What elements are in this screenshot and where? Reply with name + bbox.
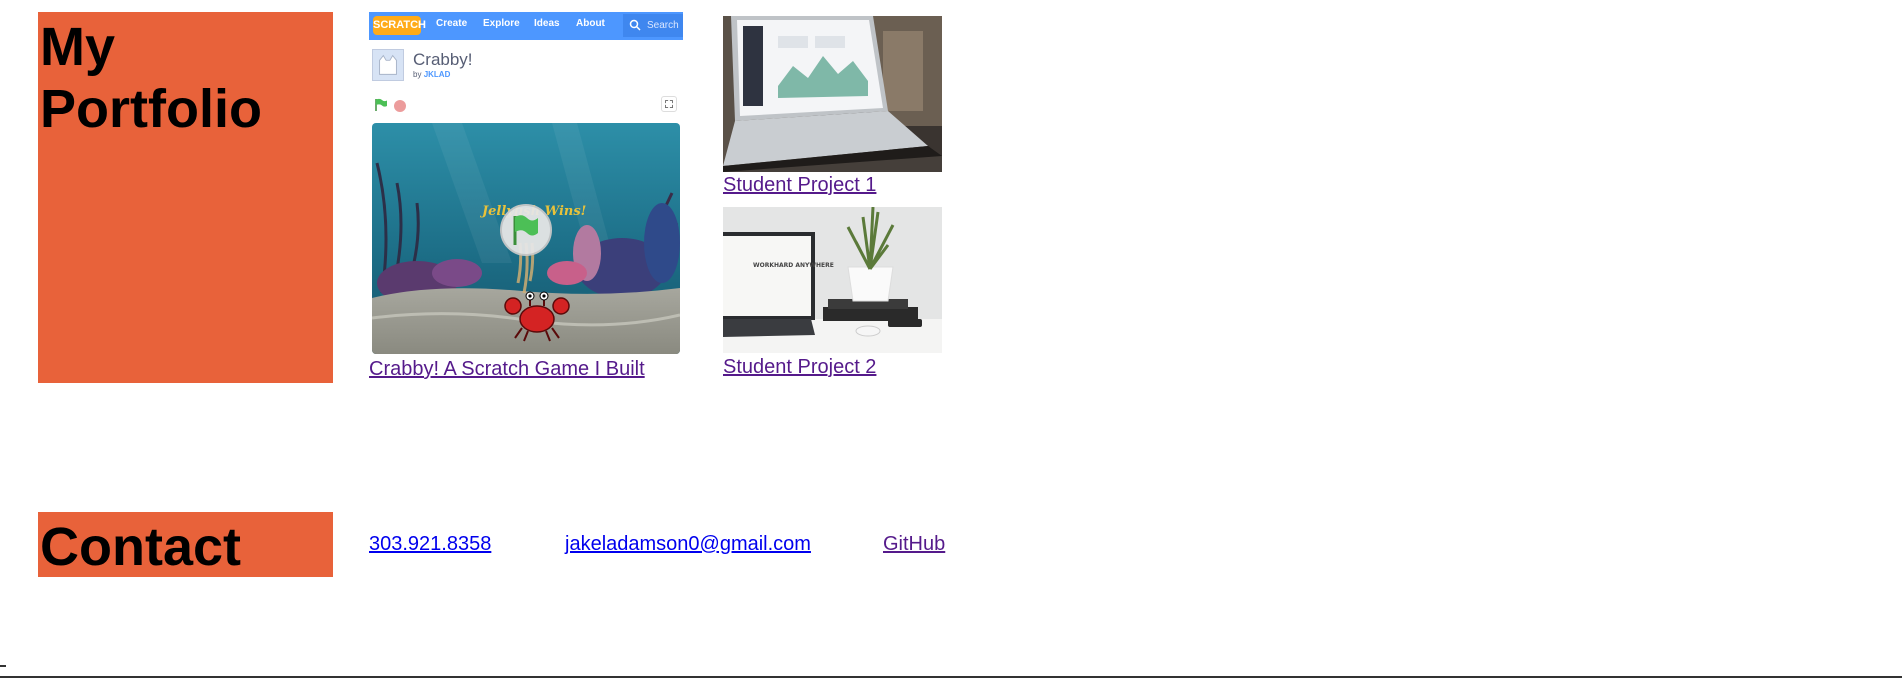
scratch-stage: Jellyfish Wins!: [372, 123, 680, 354]
stop-icon: [394, 100, 406, 112]
fullscreen-icon: [661, 96, 677, 112]
scratch-nav-ideas: Ideas: [534, 18, 560, 29]
student-project-2-link[interactable]: Student Project 2: [723, 356, 876, 379]
page-bottom-rule: [0, 676, 1902, 678]
scratch-nav-about: About: [576, 18, 605, 29]
green-flag-icon: [500, 204, 552, 256]
phone-link[interactable]: 303.921.8358: [369, 533, 491, 556]
github-link[interactable]: GitHub: [883, 533, 945, 556]
portfolio-heading: My Portfolio: [38, 12, 333, 383]
portfolio-heading-text: My Portfolio: [40, 17, 262, 139]
student-project-1-thumbnail[interactable]: [723, 16, 942, 172]
scratch-project-author: JKLAD: [423, 70, 451, 79]
page-dash: [0, 665, 6, 667]
thumb2-caption: WORKHARD ANYWHERE: [753, 262, 834, 269]
cat-avatar-icon: [372, 49, 404, 81]
scratch-search-box: Search: [623, 14, 683, 37]
scratch-nav-create: Create: [436, 18, 468, 29]
green-flag-icon: [375, 98, 387, 111]
contact-heading-text: Contact: [40, 517, 241, 577]
scratch-project-title: Crabby!: [413, 50, 473, 69]
scratch-search-placeholder: Search: [647, 20, 679, 31]
scratch-navbar: SCRATCH Create Explore Ideas About Searc…: [369, 12, 683, 40]
byline-prefix: by: [413, 70, 422, 79]
scratch-nav-explore: Explore: [483, 18, 520, 29]
student-project-2-thumbnail[interactable]: WORKHARD ANYWHERE: [723, 207, 942, 353]
student-project-1-link[interactable]: Student Project 1: [723, 174, 876, 197]
email-link[interactable]: jakeladamson0@gmail.com: [565, 533, 811, 556]
crabby-project-link[interactable]: Crabby! A Scratch Game I Built: [369, 358, 645, 381]
scratch-logo: SCRATCH: [373, 16, 426, 35]
search-icon: [629, 19, 641, 31]
crabby-project-thumbnail[interactable]: SCRATCH Create Explore Ideas About Searc…: [369, 12, 683, 354]
contact-heading: Contact: [38, 512, 333, 577]
scratch-project-byline: by JKLAD: [413, 70, 450, 79]
